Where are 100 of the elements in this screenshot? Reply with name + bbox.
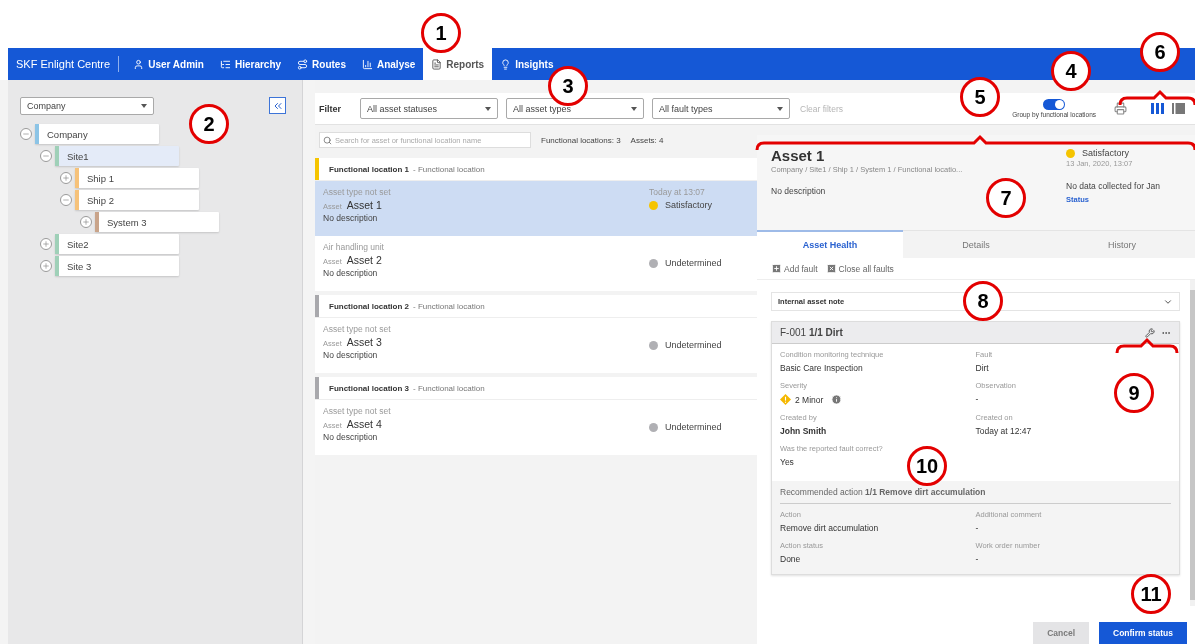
status-text: Undetermined xyxy=(665,340,722,350)
field-value: Done xyxy=(780,554,801,564)
columns-view-icon[interactable] xyxy=(1151,103,1164,114)
asset-title: Asset 1 xyxy=(771,147,826,164)
status-text: Satisfactory xyxy=(665,200,713,210)
nav-tab[interactable]: Analyse xyxy=(353,48,424,80)
wrench-icon[interactable] xyxy=(1145,327,1155,338)
filter-select[interactable]: All asset types xyxy=(506,98,644,119)
minus-icon xyxy=(22,130,30,138)
user-icon xyxy=(133,58,145,70)
status-dot xyxy=(1066,148,1075,158)
expand-toggle[interactable] xyxy=(60,172,72,184)
group-name: Functional location 2 xyxy=(329,301,409,311)
plus-icon xyxy=(82,218,90,226)
count-text: Assets: 4 xyxy=(630,135,664,145)
status-text: Undetermined xyxy=(665,422,722,432)
brand-name: SKF Enlight Centre xyxy=(8,56,120,72)
document-icon xyxy=(431,58,443,70)
field-value: Today at 12:47 xyxy=(975,426,1032,436)
caret-icon xyxy=(141,104,147,108)
level-select[interactable]: Company xyxy=(20,97,154,115)
tree-node[interactable]: Company xyxy=(35,124,159,144)
asset-description: No description xyxy=(323,213,379,223)
minus-icon xyxy=(42,152,50,160)
plus-icon xyxy=(62,174,70,182)
callout-number: 1 xyxy=(421,13,461,53)
asset-type: Asset type not set xyxy=(323,406,392,416)
asset-date: Today at 13:07 xyxy=(649,187,706,197)
caret-icon xyxy=(777,106,783,111)
asset-type: Air handling unit xyxy=(323,242,385,252)
asset-name: Asset 3 xyxy=(346,336,382,348)
callout-number: 6 xyxy=(1140,32,1180,72)
filter-select[interactable]: All fault types xyxy=(652,98,790,119)
status-text: Undetermined xyxy=(665,258,722,268)
status-text: Satisfactory xyxy=(1082,148,1130,158)
filter-label: Filter xyxy=(319,103,342,114)
group-name: Functional location 1 xyxy=(329,164,409,174)
asset-name: Asset 1 xyxy=(346,199,382,211)
expand-toggle[interactable] xyxy=(40,260,52,272)
field-value: John Smith xyxy=(780,426,827,436)
toolbar-action[interactable]: Add fault xyxy=(771,262,818,275)
plus-icon xyxy=(42,262,50,270)
info-icon[interactable] xyxy=(831,394,843,405)
scrollbar[interactable] xyxy=(1190,280,1195,606)
detail-tab[interactable]: History xyxy=(1049,230,1195,258)
filter-select[interactable]: All asset statuses xyxy=(360,98,498,119)
caret-icon xyxy=(485,106,491,111)
expand-toggle[interactable] xyxy=(80,216,92,228)
bar-chart-icon xyxy=(361,58,373,70)
field-value: Yes xyxy=(780,457,794,467)
collapse-toggle[interactable] xyxy=(60,194,72,206)
confirm-button[interactable]: Confirm status xyxy=(1099,622,1187,644)
toolbar-action[interactable]: Close all faults xyxy=(825,262,894,275)
add-square-icon xyxy=(771,263,782,274)
lightbulb-icon xyxy=(500,58,512,70)
collapse-panel-button[interactable] xyxy=(269,97,286,114)
collapse-toggle[interactable] xyxy=(20,128,32,140)
nav-tab[interactable]: Hierarchy xyxy=(211,48,290,80)
action-title: Recommended action 1/1 Remove dirt accumulation xyxy=(780,487,1171,504)
route-icon xyxy=(297,58,309,70)
close-square-icon xyxy=(825,263,837,274)
minus-icon xyxy=(62,196,70,204)
search-icon xyxy=(323,135,332,145)
group-toggle[interactable] xyxy=(1043,99,1066,110)
field-value: Remove dirt accumulation xyxy=(780,523,879,533)
panel-view-icon[interactable] xyxy=(1172,103,1185,114)
group-type: - Functional location xyxy=(413,164,485,174)
tree-node[interactable]: Ship 1 xyxy=(75,168,199,188)
warning-diamond-icon xyxy=(780,394,791,405)
detail-tab[interactable]: Details xyxy=(903,230,1049,258)
tree-node[interactable]: Site1 xyxy=(55,146,179,166)
tree-node[interactable]: Site2 xyxy=(55,234,179,254)
hierarchy-icon xyxy=(219,58,231,70)
collapse-toggle[interactable] xyxy=(40,150,52,162)
asset-type: Asset type not set xyxy=(323,187,392,197)
expand-toggle[interactable] xyxy=(40,238,52,250)
caret-icon xyxy=(631,106,637,111)
asset-description: No description xyxy=(323,432,379,442)
asset-name: Asset 2 xyxy=(346,254,382,266)
fault-title: F-001 1/1 Dirt xyxy=(780,327,843,338)
asset-description: No description xyxy=(323,268,379,278)
asset-description: No description xyxy=(771,186,827,196)
group-type: - Functional location xyxy=(413,383,485,393)
asset-description: No description xyxy=(323,350,379,360)
nav-tab[interactable]: Reports xyxy=(423,48,493,80)
plus-icon xyxy=(42,240,50,248)
tree-node[interactable]: Site 3 xyxy=(55,256,179,276)
field-value: - xyxy=(975,554,979,564)
field-value: Dirt xyxy=(975,363,989,373)
data-note: No data collected for Jan xyxy=(1066,181,1162,191)
field-value: 2 Minor xyxy=(795,394,824,405)
group-name: Functional location 3 xyxy=(329,383,409,393)
group-type: - Functional location xyxy=(413,301,485,311)
tree-node[interactable]: System 3 xyxy=(95,212,219,232)
field-value: - xyxy=(975,523,979,533)
nav-tab[interactable]: Routes xyxy=(289,48,354,80)
nav-tab[interactable]: User Admin xyxy=(125,48,212,80)
print-icon[interactable] xyxy=(1114,102,1127,115)
field-value: Basic Care Inspection xyxy=(780,363,863,373)
tree-node[interactable]: Ship 2 xyxy=(75,190,199,210)
